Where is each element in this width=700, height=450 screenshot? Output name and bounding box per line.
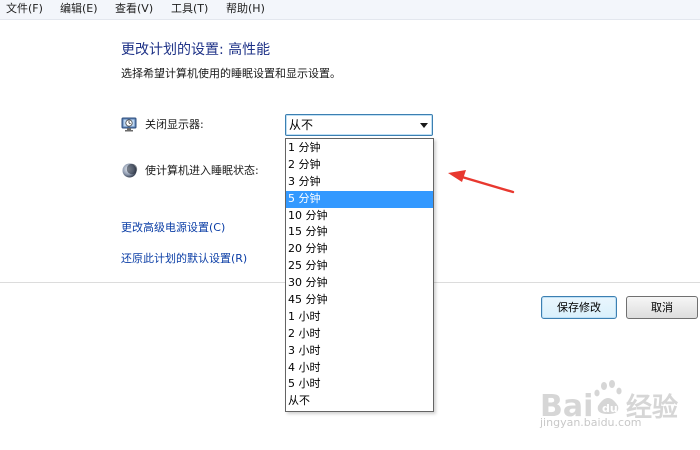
- dropdown-option[interactable]: 3 小时: [286, 343, 433, 360]
- dropdown-option[interactable]: 3 分钟: [286, 174, 433, 191]
- display-off-value: 从不: [289, 118, 314, 132]
- dropdown-option[interactable]: 20 分钟: [286, 241, 433, 258]
- menu-edit[interactable]: 编辑(E): [60, 2, 98, 16]
- restore-defaults-link[interactable]: 还原此计划的默认设置(R): [121, 251, 247, 267]
- display-off-label: 关闭显示器:: [145, 118, 204, 131]
- dropdown-option[interactable]: 1 分钟: [286, 140, 433, 157]
- dropdown-option[interactable]: 30 分钟: [286, 275, 433, 292]
- menu-help[interactable]: 帮助(H): [226, 2, 265, 16]
- dropdown-option[interactable]: 25 分钟: [286, 258, 433, 275]
- display-off-dropdown-list: 1 分钟 2 分钟 3 分钟 5 分钟 10 分钟 15 分钟 20 分钟 25 分钟 30 分…: [285, 138, 434, 412]
- menu-view[interactable]: 查看(V): [115, 2, 153, 16]
- page-title: 更改计划的设置: 高性能: [121, 42, 271, 58]
- dropdown-option[interactable]: 2 小时: [286, 326, 433, 343]
- monitor-clock-icon: [121, 116, 138, 133]
- dropdown-option[interactable]: 5 小时: [286, 376, 433, 393]
- display-off-select[interactable]: 从不: [285, 114, 433, 136]
- dropdown-option[interactable]: 1 小时: [286, 309, 433, 326]
- advanced-power-settings-link[interactable]: 更改高级电源设置(C): [121, 220, 225, 236]
- dropdown-option[interactable]: 4 小时: [286, 360, 433, 377]
- svg-text:du: du: [602, 402, 618, 415]
- dropdown-option[interactable]: 从不: [286, 393, 433, 410]
- menu-file[interactable]: 文件(F): [6, 2, 43, 16]
- dropdown-option[interactable]: 45 分钟: [286, 292, 433, 309]
- sleep-label: 使计算机进入睡眠状态:: [145, 164, 259, 177]
- page-subtitle: 选择希望计算机使用的睡眠设置和显示设置。: [121, 67, 341, 80]
- baidu-watermark-url: jingyan.baidu.com: [540, 416, 642, 429]
- chevron-down-icon[interactable]: [420, 123, 428, 128]
- dropdown-option[interactable]: 15 分钟: [286, 224, 433, 241]
- dropdown-option[interactable]: 5 分钟: [286, 190, 433, 208]
- dropdown-option[interactable]: 10 分钟: [286, 208, 433, 225]
- save-button[interactable]: 保存修改: [541, 296, 617, 319]
- annotation-arrow: [448, 170, 515, 194]
- dropdown-option[interactable]: 2 分钟: [286, 157, 433, 174]
- menu-bar: 文件(F) 编辑(E) 查看(V) 工具(T) 帮助(H): [0, 0, 700, 20]
- menu-tools[interactable]: 工具(T): [171, 2, 208, 16]
- cancel-button[interactable]: 取消: [626, 296, 698, 319]
- moon-icon: [121, 162, 138, 179]
